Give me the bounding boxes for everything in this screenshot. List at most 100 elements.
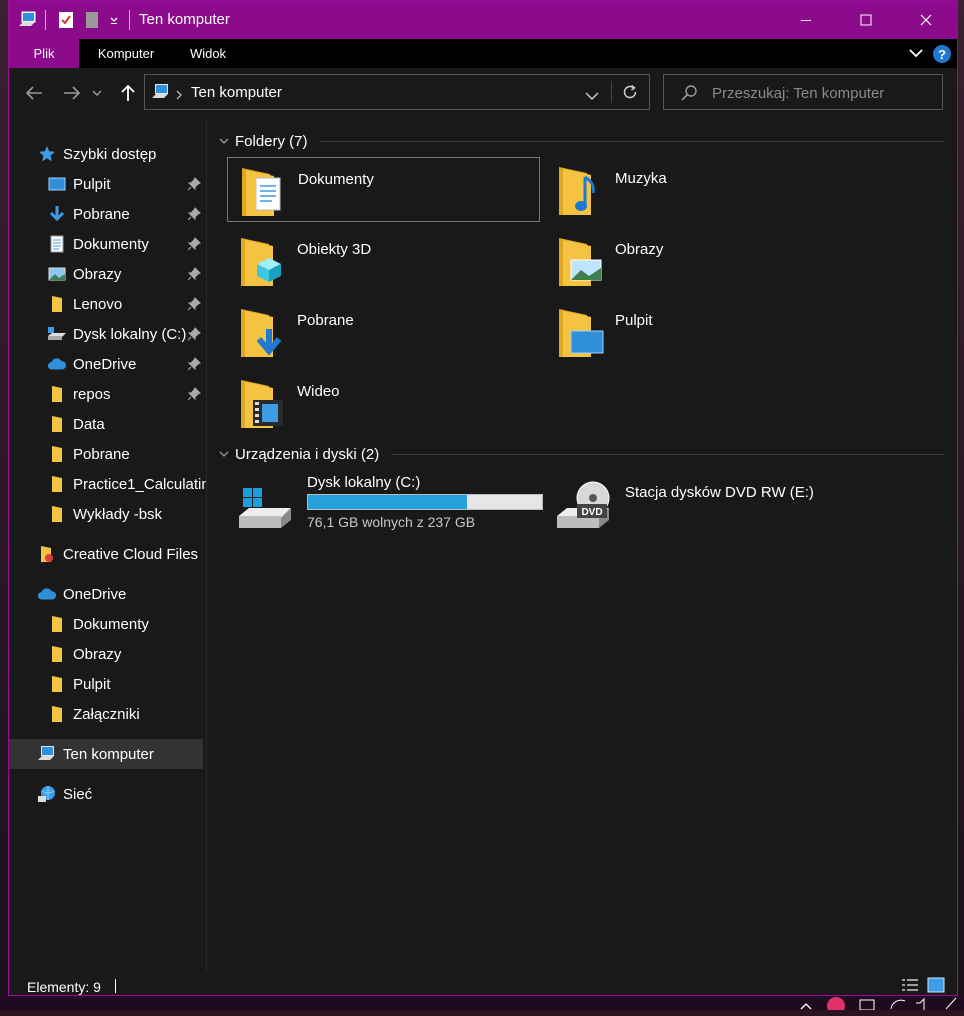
desktop-icon: [47, 175, 67, 193]
folder-tile-pulpit[interactable]: Pulpit: [545, 299, 858, 364]
folder-tile-pobrane[interactable]: Pobrane: [227, 299, 540, 364]
network-icon: [37, 785, 57, 803]
pin-icon[interactable]: [187, 387, 201, 401]
address-bar[interactable]: Ten komputer: [144, 74, 650, 110]
group-header-folders[interactable]: Foldery (7): [219, 131, 945, 151]
battery-icon[interactable]: [858, 997, 878, 1015]
title-separator: [129, 10, 130, 30]
large-icons-view-icon[interactable]: [927, 977, 945, 995]
sidebar-item-label: Lenovo: [73, 295, 123, 313]
pin-icon[interactable]: [187, 207, 201, 221]
folder-label: Dokumenty: [298, 171, 374, 188]
folder-label: Pulpit: [615, 312, 653, 329]
sidebar-item-practice1[interactable]: Practice1_Calculatin: [47, 469, 207, 499]
title-separator: [45, 10, 46, 30]
sidebar-item-network[interactable]: Sieć: [37, 779, 92, 809]
properties-icon[interactable]: [57, 11, 75, 29]
sidebar-item-onedrive-quick[interactable]: OneDrive: [47, 349, 136, 379]
address-history-chevron-icon[interactable]: [585, 88, 599, 106]
tab-plik[interactable]: Plik: [9, 39, 79, 68]
sidebar-item-this-pc[interactable]: Ten komputer: [9, 739, 203, 769]
sidebar-item-onedrive[interactable]: OneDrive: [37, 579, 126, 609]
folder-tile-wideo[interactable]: Wideo: [227, 370, 540, 435]
drive-tile-local-disk-c[interactable]: Dysk lokalny (C:) 76,1 GB wolnych z 237 …: [237, 474, 557, 544]
pen-icon[interactable]: [944, 997, 958, 1015]
pin-icon[interactable]: [187, 177, 201, 191]
up-button[interactable]: [115, 80, 141, 106]
sidebar-item-label: Obrazy: [73, 645, 122, 663]
folder-tile-muzyka[interactable]: Muzyka: [545, 157, 858, 222]
tab-komputer[interactable]: Komputer: [81, 39, 171, 68]
folder-label: Obrazy: [615, 241, 664, 258]
group-header-label: Foldery (7): [235, 132, 308, 150]
folder-tile-dokumenty[interactable]: Dokumenty: [227, 157, 540, 222]
sidebar-item-label: Pulpit: [73, 675, 111, 693]
maximize-button[interactable]: [837, 1, 895, 39]
sidebar-item-pobrane-folder[interactable]: Pobrane: [47, 439, 130, 469]
sidebar-item-onedrive-pulpit[interactable]: Pulpit: [47, 669, 111, 699]
show-hidden-icons-chevron-icon[interactable]: [800, 998, 812, 1016]
sidebar-item-onedrive-obrazy[interactable]: Obrazy: [47, 639, 121, 669]
sidebar-item-pulpit[interactable]: Pulpit: [47, 169, 111, 199]
sidebar-item-data[interactable]: Data: [47, 409, 105, 439]
group-header-devices[interactable]: Urządzenia i dyski (2): [219, 444, 945, 464]
tab-widok[interactable]: Widok: [173, 39, 243, 68]
folder-icon: [47, 475, 67, 493]
folder-label: Pobrane: [297, 312, 354, 329]
pin-icon[interactable]: [187, 267, 201, 281]
sidebar-item-label: Pulpit: [73, 175, 111, 193]
help-icon[interactable]: ?: [931, 43, 953, 65]
sidebar-item-obrazy[interactable]: Obrazy: [47, 259, 121, 289]
folder-icon: [47, 645, 67, 663]
expand-ribbon-chevron-icon[interactable]: [905, 43, 927, 63]
new-folder-icon[interactable]: [83, 11, 101, 29]
search-input[interactable]: [710, 82, 934, 104]
sidebar-item-label: Sieć: [63, 785, 93, 803]
sidebar-item-creative-cloud[interactable]: Creative Cloud Files: [37, 539, 198, 569]
drive-icon: [47, 325, 67, 343]
sidebar-item-dysk-lokalny[interactable]: Dysk lokalny (C:): [47, 319, 186, 349]
pin-icon[interactable]: [187, 357, 201, 371]
title-bar: Ten komputer: [9, 1, 957, 39]
dvd-drive-icon: DVD: [555, 480, 611, 537]
breadcrumb-chevron-icon[interactable]: [175, 87, 183, 105]
search-box[interactable]: [663, 74, 943, 110]
download-icon: [47, 205, 67, 223]
folder-tile-obrazy[interactable]: Obrazy: [545, 228, 858, 293]
sidebar-item-dokumenty[interactable]: Dokumenty: [47, 229, 149, 259]
close-button[interactable]: [897, 1, 955, 39]
sidebar-item-quick-access[interactable]: Szybki dostęp: [37, 139, 156, 169]
wifi-icon[interactable]: [888, 997, 908, 1015]
forward-button[interactable]: [59, 80, 85, 106]
breadcrumb-this-pc[interactable]: Ten komputer: [191, 84, 282, 101]
volume-icon[interactable]: [914, 997, 934, 1015]
sidebar-item-pobrane[interactable]: Pobrane: [47, 199, 130, 229]
drive-tile-dvd-e[interactable]: DVD Stacja dysków DVD RW (E:): [555, 474, 875, 544]
collapse-chevron-icon[interactable]: [219, 450, 229, 458]
media-app-icon[interactable]: [826, 996, 846, 1015]
minimize-button[interactable]: [777, 1, 835, 39]
sidebar-item-onedrive-zalaczniki[interactable]: Załączniki: [47, 699, 140, 729]
recent-locations-chevron-icon[interactable]: [89, 80, 105, 106]
sidebar-item-repos[interactable]: repos: [47, 379, 111, 409]
pin-icon[interactable]: [187, 297, 201, 311]
pin-icon[interactable]: [187, 237, 201, 251]
group-header-label: Urządzenia i dyski (2): [235, 445, 380, 463]
customize-quick-access-chevron-icon[interactable]: [107, 11, 121, 29]
sidebar-item-wyklady-bsk[interactable]: Wykłady -bsk: [47, 499, 162, 529]
sidebar-item-label: Practice1_Calculatin: [73, 475, 207, 493]
drive-usage-bar: [307, 494, 543, 510]
collapse-chevron-icon[interactable]: [219, 137, 229, 145]
drive-free-space: 76,1 GB wolnych z 237 GB: [307, 514, 476, 530]
folder-tile-obiekty-3d[interactable]: Obiekty 3D: [227, 228, 540, 293]
music-folder-icon: [557, 163, 605, 217]
sidebar-item-lenovo[interactable]: Lenovo: [47, 289, 122, 319]
document-icon: [47, 235, 67, 253]
folder-icon: [47, 295, 67, 313]
back-button[interactable]: [21, 80, 47, 106]
sidebar-item-onedrive-dokumenty[interactable]: Dokumenty: [47, 609, 149, 639]
documents-folder-icon: [240, 164, 288, 218]
pin-icon[interactable]: [187, 327, 201, 341]
refresh-icon[interactable]: [621, 83, 639, 106]
details-view-icon[interactable]: [901, 978, 919, 995]
